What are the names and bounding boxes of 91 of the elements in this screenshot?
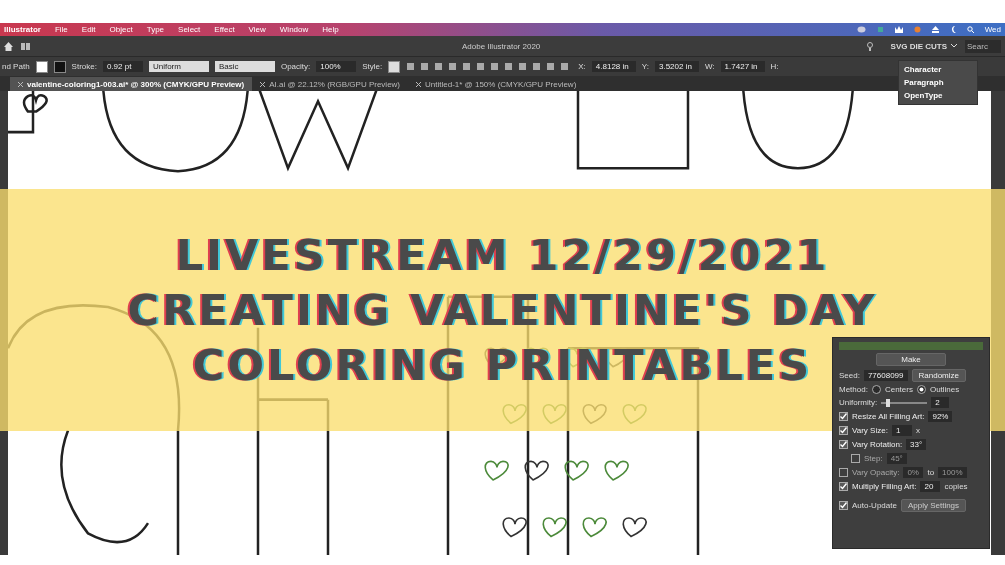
brush-dropdown[interactable]: Basic — [214, 61, 275, 72]
y-field[interactable]: 3.5202 in — [654, 61, 699, 72]
document-tab[interactable]: AI.ai @ 22.12% (RGB/GPU Preview) — [252, 77, 409, 91]
unit-label: to — [927, 468, 935, 477]
eye-icon[interactable] — [856, 26, 866, 33]
menu-item[interactable]: Type — [146, 25, 165, 34]
close-icon[interactable] — [18, 81, 23, 87]
option-field[interactable]: 100% — [938, 467, 967, 478]
w-label: W: — [704, 62, 715, 71]
moon-icon[interactable] — [949, 26, 956, 33]
close-icon[interactable] — [260, 81, 266, 87]
stroke-label: Stroke: — [71, 62, 97, 71]
banner-title: COLORING PRINTABLES — [192, 338, 813, 392]
checkbox[interactable] — [839, 482, 848, 491]
crown-icon[interactable] — [894, 26, 903, 33]
checkbox[interactable] — [839, 501, 848, 510]
app-menu[interactable]: Illustrator — [4, 25, 41, 34]
checkbox[interactable] — [839, 426, 848, 435]
uniformity-label: Uniformity: — [839, 398, 878, 407]
document-tab[interactable]: valentine-coloring1-003.ai* @ 300% (CMYK/GPU Preview) — [10, 77, 253, 91]
eject-icon[interactable] — [931, 26, 939, 33]
make-button[interactable]: Make — [876, 353, 946, 366]
menu-item[interactable]: Select — [178, 25, 201, 34]
stroke-field[interactable]: 0.92 pt — [102, 61, 143, 72]
option-label: Vary Opacity: — [852, 468, 900, 477]
type-menu-item[interactable]: OpenType — [904, 91, 972, 100]
menu-clock[interactable]: Wed — [984, 25, 1001, 34]
option-field[interactable]: 92% — [928, 411, 953, 422]
apply-settings-button[interactable]: Apply Settings — [900, 499, 967, 512]
style-label: Style: — [362, 62, 383, 71]
randomize-button[interactable]: Randomize — [911, 369, 966, 382]
slider-thumb[interactable] — [886, 398, 891, 407]
menu-item[interactable]: Window — [279, 25, 309, 34]
x-field[interactable]: 4.8128 in — [591, 61, 636, 72]
uniformity-slider[interactable] — [881, 401, 928, 404]
search-field[interactable]: Searc — [965, 39, 1001, 53]
layout-icon[interactable] — [21, 42, 30, 50]
option-field[interactable]: 45° — [886, 453, 907, 464]
option-label: Vary Rotation: — [852, 440, 903, 449]
window-title: Adobe Illustrator 2020 — [462, 41, 541, 51]
menu-item[interactable]: View — [248, 25, 266, 34]
option-label: Multiply Filling Art: — [852, 482, 917, 491]
uniformity-field[interactable]: 2 — [931, 397, 950, 408]
checkbox[interactable] — [839, 440, 848, 449]
option-label: Step: — [864, 454, 883, 463]
opacity-field[interactable]: 100% — [316, 61, 357, 72]
option-field[interactable]: 1 — [891, 425, 912, 436]
y-label: Y: — [641, 62, 649, 71]
radio-button[interactable] — [871, 385, 881, 394]
style-swatch[interactable] — [388, 60, 401, 73]
workspace-switcher[interactable]: SVG DIE CUTS — [890, 41, 957, 51]
x-label: X: — [578, 62, 586, 71]
option-field[interactable]: 0% — [903, 467, 924, 478]
type-menu-item[interactable]: Paragraph — [904, 78, 972, 87]
menu-item[interactable]: Help — [322, 25, 339, 34]
menu-item[interactable]: Edit — [81, 25, 96, 34]
option-label: Vary Size: — [852, 426, 888, 435]
lightbulb-icon[interactable] — [866, 41, 873, 51]
close-icon[interactable] — [416, 81, 422, 87]
seed-label: Seed: — [839, 371, 860, 380]
radio-label: Centers — [884, 385, 913, 394]
search-icon[interactable] — [966, 26, 974, 33]
menu-item[interactable]: Effect — [214, 25, 235, 34]
seed-field[interactable]: 77608099 — [863, 370, 908, 381]
option-field[interactable]: 20 — [920, 481, 941, 492]
document-tab[interactable]: Untitled-1* @ 150% (CMYK/GPU Preview) — [408, 77, 585, 91]
h-label: H: — [770, 62, 779, 71]
checkbox[interactable] — [839, 412, 848, 421]
fill-swatch[interactable] — [35, 60, 48, 73]
radio-label: Outlines — [929, 385, 960, 394]
checkbox[interactable] — [851, 454, 860, 463]
home-icon[interactable] — [4, 41, 13, 51]
option-field[interactable]: 33° — [906, 439, 927, 450]
type-menu-item[interactable]: Character — [904, 65, 972, 74]
radio-button[interactable] — [916, 385, 926, 394]
banner-title: CREATING VALENTINE'S DAY — [127, 283, 878, 337]
opacity-label: Opacity: — [280, 62, 311, 71]
menu-item[interactable]: File — [54, 25, 68, 34]
option-label: Resize All Filling Art: — [852, 412, 925, 421]
option-label: Auto-Update — [852, 501, 897, 510]
selection-label: nd Path — [2, 62, 30, 71]
stroke-swatch[interactable] — [53, 60, 66, 73]
unit-label: copies — [944, 482, 968, 491]
profile-dropdown[interactable]: Uniform — [148, 61, 209, 72]
banner-title: LIVESTREAM 12/29/2021 — [175, 228, 830, 282]
method-label: Method: — [839, 385, 868, 394]
w-field[interactable]: 1.7427 in — [720, 61, 765, 72]
checkbox[interactable] — [839, 468, 848, 477]
caret-icon[interactable] — [951, 44, 957, 48]
menu-item[interactable]: Object — [109, 25, 133, 34]
unit-label: x — [915, 426, 920, 435]
